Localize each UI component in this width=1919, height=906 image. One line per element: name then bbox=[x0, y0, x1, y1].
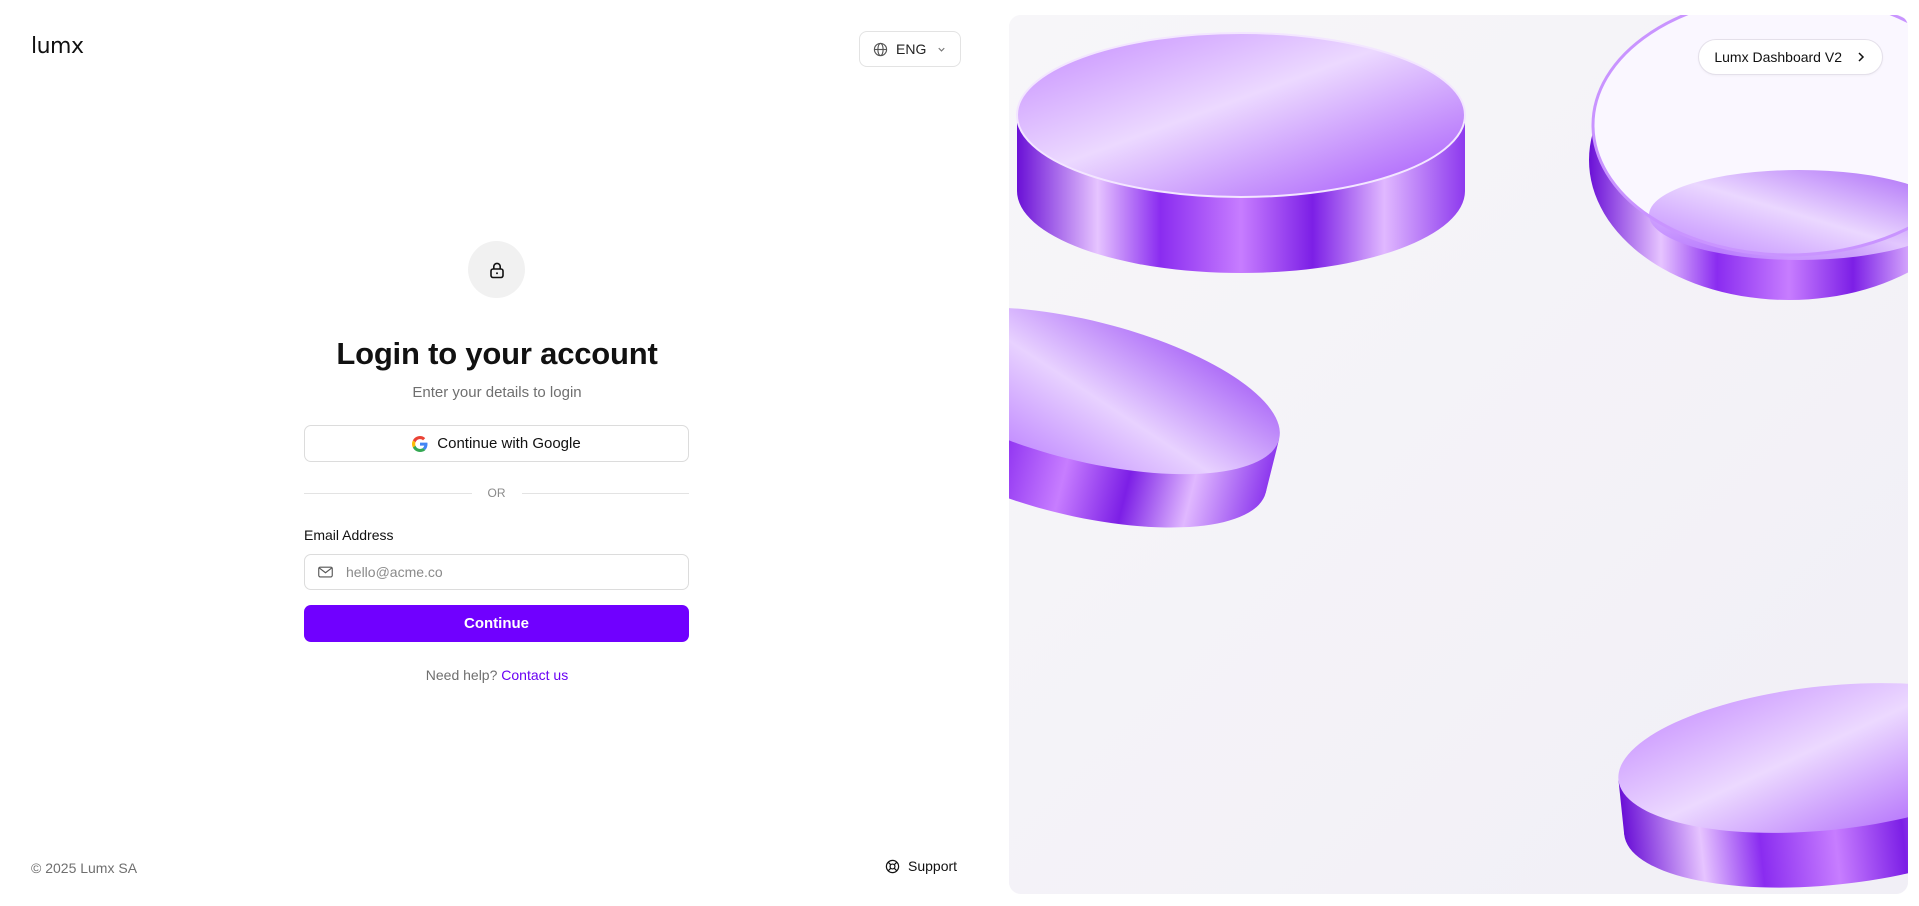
divider-line bbox=[521, 492, 689, 494]
lumx-logo[interactable]: lumx bbox=[31, 34, 84, 59]
or-divider: OR bbox=[304, 485, 689, 501]
login-panel: lumx ENG Login to your account Enter you… bbox=[0, 0, 1008, 906]
purple-discs-artwork bbox=[1009, 15, 1908, 894]
email-input[interactable] bbox=[346, 564, 666, 580]
page-subtitle: Enter your details to login bbox=[412, 384, 582, 401]
continue-with-google-button[interactable]: Continue with Google bbox=[304, 425, 689, 462]
support-link[interactable]: Support bbox=[885, 858, 957, 874]
email-field-container[interactable] bbox=[304, 554, 689, 590]
email-label: Email Address bbox=[304, 527, 394, 543]
globe-icon bbox=[873, 42, 888, 56]
divider-text: OR bbox=[487, 486, 506, 500]
chevron-right-icon bbox=[1858, 52, 1865, 62]
language-label: ENG bbox=[896, 41, 927, 57]
dashboard-button-label: Lumx Dashboard V2 bbox=[1714, 49, 1842, 65]
page-title: Login to your account bbox=[336, 336, 658, 371]
lock-badge bbox=[468, 241, 525, 298]
lifebuoy-icon bbox=[885, 859, 900, 873]
google-button-label: Continue with Google bbox=[437, 435, 581, 452]
help-prompt: Need help? bbox=[425, 667, 498, 683]
google-icon bbox=[412, 435, 428, 452]
lumx-dashboard-v2-button[interactable]: Lumx Dashboard V2 bbox=[1698, 39, 1883, 75]
continue-button[interactable]: Continue bbox=[304, 605, 689, 642]
divider-line bbox=[304, 492, 472, 494]
hero-panel: Lumx Dashboard V2 bbox=[1009, 15, 1908, 894]
contact-us-link[interactable]: Contact us bbox=[501, 667, 568, 683]
chevron-down-icon bbox=[938, 47, 946, 52]
language-selector[interactable]: ENG bbox=[859, 31, 961, 67]
lock-icon bbox=[489, 262, 504, 278]
mail-icon bbox=[318, 566, 333, 578]
support-label: Support bbox=[908, 858, 958, 874]
copyright-text: © 2025 Lumx SA bbox=[31, 860, 138, 876]
help-text: Need help? Contact us bbox=[0, 667, 994, 683]
